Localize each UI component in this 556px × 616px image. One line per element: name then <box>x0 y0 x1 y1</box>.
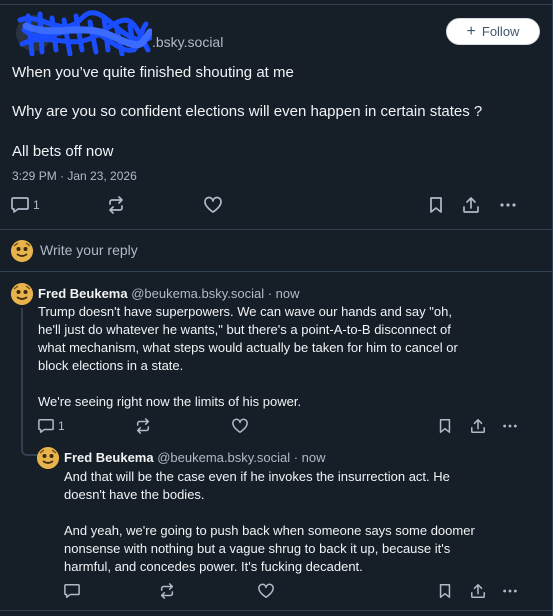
reply-icon <box>64 584 80 598</box>
share-button[interactable] <box>470 418 486 434</box>
bookmark-button[interactable] <box>427 196 445 214</box>
avatar <box>11 240 33 262</box>
reply-button[interactable]: 1 <box>37 418 65 434</box>
repost-button[interactable] <box>158 583 176 599</box>
follow-label: Follow <box>481 24 520 39</box>
share-icon <box>463 197 479 213</box>
plus-icon: + <box>466 22 476 40</box>
more-button[interactable] <box>501 418 519 434</box>
post-timestamp[interactable]: 3:29 PM · Jan 23, 2026 <box>12 169 137 183</box>
author-meta: @beukema.bsky.social · now <box>131 286 300 301</box>
reply-author-line[interactable]: Fred Beukema @beukema.bsky.social · now <box>38 286 300 301</box>
like-button[interactable] <box>257 583 275 599</box>
reply-text-line: nonsense with nothing but a vague shrug … <box>64 541 451 556</box>
reply-text-line: Trump doesn't have superpowers. We can w… <box>38 304 452 319</box>
share-button[interactable] <box>470 583 486 599</box>
author-meta: @beukema.bsky.social · now <box>157 450 326 465</box>
like-icon <box>258 583 274 598</box>
more-button[interactable] <box>498 196 518 214</box>
thread-line <box>21 308 23 444</box>
share-button[interactable] <box>462 196 480 214</box>
like-button[interactable] <box>203 196 223 214</box>
reply-text-line: he'll just do whatever he wants," but th… <box>38 322 451 337</box>
thread-view: .bsky.social + Follow When you’ve quite … <box>0 0 553 616</box>
like-icon <box>232 418 248 433</box>
bookmark-button[interactable] <box>437 583 453 599</box>
share-icon <box>471 584 485 598</box>
author-name: Fred Beukema <box>64 450 154 465</box>
redaction-scribble <box>16 10 152 56</box>
reply-text: Trump doesn't have superpowers. We can w… <box>38 303 458 411</box>
more-button[interactable] <box>501 583 519 599</box>
top-divider <box>0 4 553 5</box>
reply-text-line: And that will be the case even if he inv… <box>64 469 450 484</box>
reply-author-line[interactable]: Fred Beukema @beukema.bsky.social · now <box>64 450 326 465</box>
reply-icon <box>11 197 29 213</box>
avatar[interactable] <box>37 447 59 469</box>
divider <box>0 271 553 272</box>
post-text-line: Why are you so confident elections will … <box>12 103 483 120</box>
repost-button[interactable] <box>134 418 152 434</box>
thread-connector <box>21 440 37 456</box>
more-icon <box>503 424 517 428</box>
reply-text-line: doesn't have the bodies. <box>64 487 205 502</box>
reply-count: 1 <box>33 198 40 212</box>
post-text-line: All bets off now <box>12 143 114 160</box>
bookmark-icon <box>439 419 451 433</box>
more-icon <box>503 589 517 593</box>
reply-text-line: And yeah, we're going to push back when … <box>64 523 475 538</box>
repost-icon <box>136 418 150 434</box>
reply-composer[interactable]: Write your reply <box>0 229 553 271</box>
follow-button[interactable]: + Follow <box>446 18 540 45</box>
reply-placeholder: Write your reply <box>40 242 138 258</box>
like-button[interactable] <box>231 418 249 434</box>
reply-button[interactable]: 1 <box>10 196 40 214</box>
reply-text-line: what mechanism, what steps would actuall… <box>38 340 458 355</box>
like-icon <box>204 196 222 213</box>
reply-text: And that will be the case even if he inv… <box>64 468 475 576</box>
post-text-line: When you’ve quite finished shouting at m… <box>12 64 294 81</box>
share-icon <box>471 419 485 433</box>
repost-button[interactable] <box>106 196 126 214</box>
bookmark-icon <box>439 584 451 598</box>
more-icon <box>500 203 516 207</box>
reply-text-line: We're seeing right now the limits of his… <box>38 394 302 409</box>
reply-count: 1 <box>58 419 65 433</box>
avatar[interactable] <box>11 283 33 305</box>
reply-button[interactable] <box>63 583 81 599</box>
repost-icon <box>160 583 174 599</box>
bookmark-icon <box>430 197 442 213</box>
repost-icon <box>109 196 123 214</box>
reply-icon <box>38 419 54 433</box>
reply-text-line: harmful, and concedes power. It's fuckin… <box>64 559 363 574</box>
reply-text-line: block elections in a state. <box>38 358 184 373</box>
author-name: Fred Beukema <box>38 286 128 301</box>
bookmark-button[interactable] <box>437 418 453 434</box>
author-handle[interactable]: .bsky.social <box>152 34 223 50</box>
divider <box>0 610 553 611</box>
